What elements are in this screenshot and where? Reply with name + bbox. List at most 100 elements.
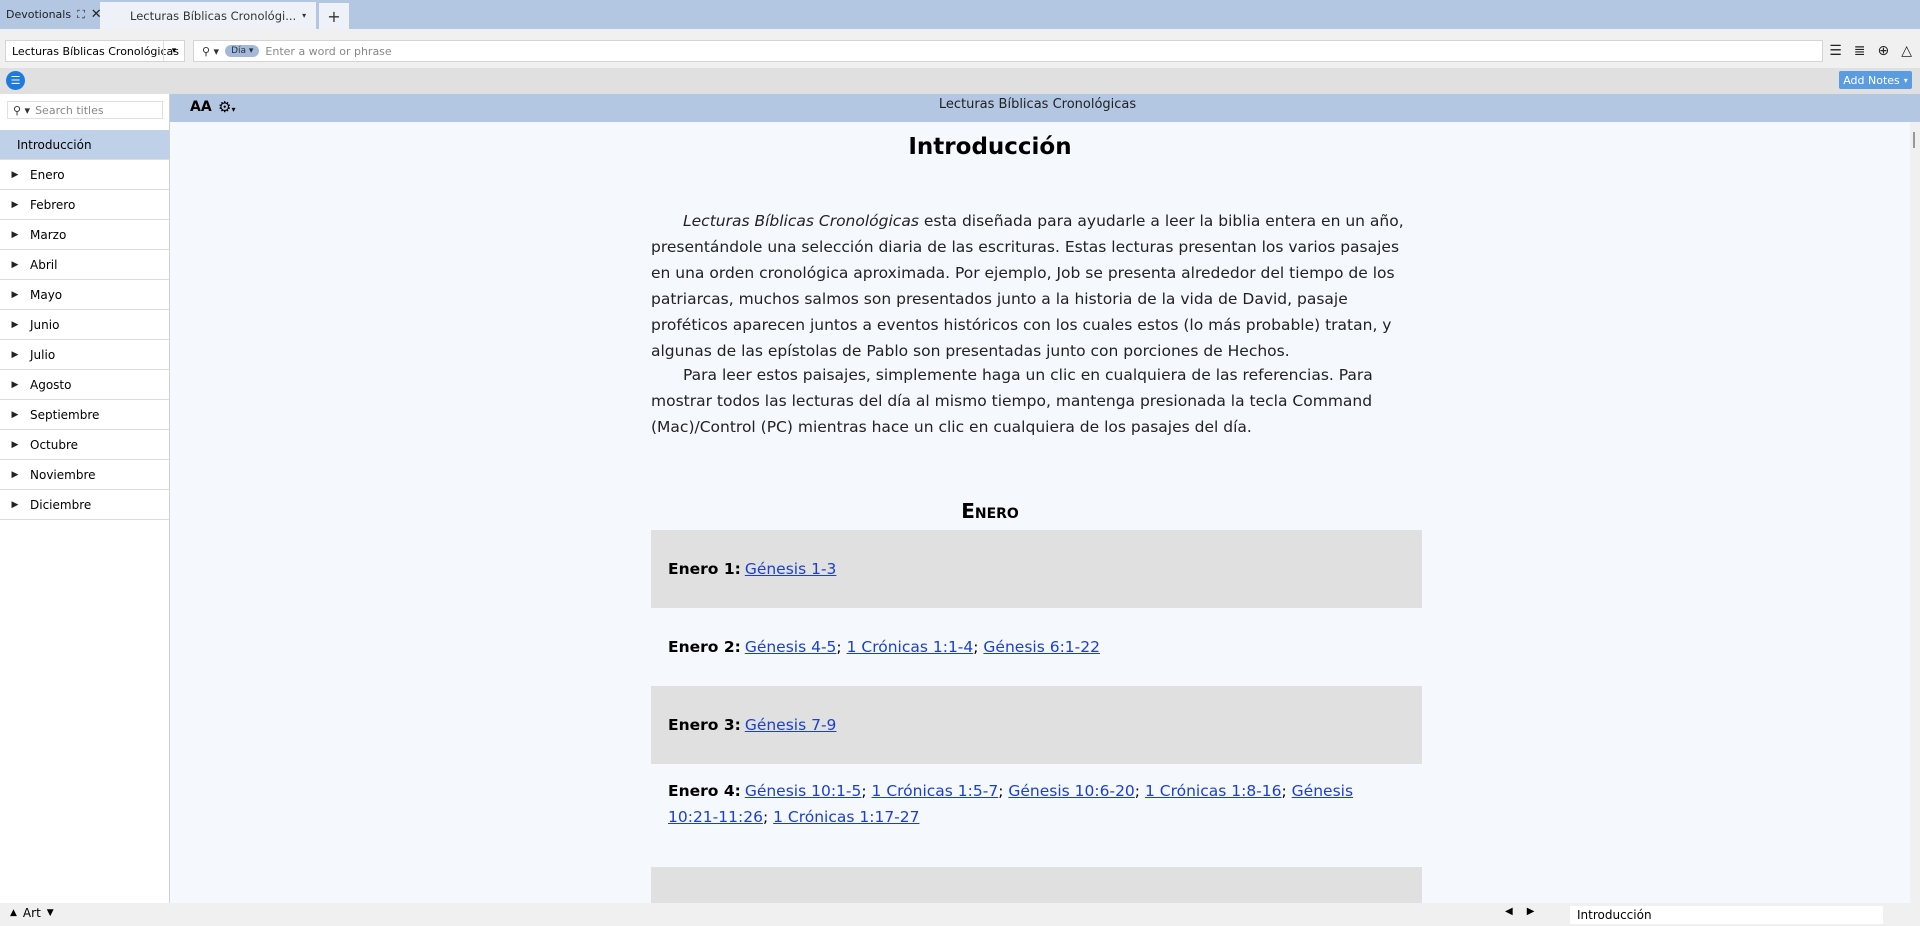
- sidebar-item-introduccion[interactable]: Introducción: [0, 130, 169, 160]
- reading-day: Enero 3:: [668, 716, 741, 734]
- chevron-down-icon[interactable]: ▼: [47, 908, 54, 918]
- sidebar-item-octubre[interactable]: ▶ Octubre: [0, 430, 169, 460]
- toolbar-icons: ☰ ≣ ⊕ △: [1829, 40, 1912, 62]
- expand-arrow-icon[interactable]: ▶: [0, 260, 30, 270]
- chevron-down-icon: ▾: [1903, 75, 1908, 85]
- sidebar-item-junio[interactable]: ▶ Junio: [0, 310, 169, 340]
- chevron-down-icon[interactable]: ▾: [302, 11, 306, 20]
- resource-select[interactable]: Lecturas Bíblicas Cronológicas ▾: [5, 40, 185, 62]
- scripture-link[interactable]: 1 Crónicas 1:17-27: [773, 808, 919, 826]
- list-icon[interactable]: ≣: [1854, 43, 1866, 59]
- expand-arrow-icon[interactable]: ▶: [0, 230, 30, 240]
- sidebar-item-abril[interactable]: ▶ Abril: [0, 250, 169, 280]
- expand-arrow-icon[interactable]: ▶: [0, 350, 30, 360]
- nav-arrows: ◀ ▶: [1505, 906, 1534, 917]
- art-dropdown[interactable]: ▲ Art ▼: [10, 906, 54, 920]
- resource-select-label: Lecturas Bíblicas Cronológicas: [12, 44, 179, 58]
- intro-paragraph-1: Lecturas Bíblicas Cronológicas esta dise…: [651, 208, 1421, 364]
- toc-toggle-button[interactable]: ☰: [6, 71, 25, 90]
- sidebar-item-label: Abril: [30, 257, 58, 272]
- sub-bar: [0, 68, 1920, 94]
- scripture-link[interactable]: Génesis 10:6-20: [1008, 782, 1134, 800]
- next-icon[interactable]: ▶: [1527, 906, 1535, 917]
- sidebar-item-enero[interactable]: ▶ Enero: [0, 160, 169, 190]
- sidebar-item-julio[interactable]: ▶ Julio: [0, 340, 169, 370]
- sidebar-item-label: Marzo: [30, 227, 67, 242]
- new-tab-button[interactable]: +: [319, 3, 349, 29]
- sidebar-item-label: Octubre: [30, 437, 79, 452]
- scripture-link[interactable]: Génesis 1-3: [745, 556, 837, 582]
- lines-icon[interactable]: ☰: [1829, 43, 1842, 59]
- expand-arrow-icon[interactable]: ▶: [0, 440, 30, 450]
- scripture-link[interactable]: Génesis 4-5: [745, 638, 837, 656]
- resource-title: Lecturas Bíblicas Cronológicas: [938, 97, 1137, 112]
- sidebar-list: Introducción ▶ Enero ▶ Febrero ▶ Marzo ▶ Abr…: [0, 130, 169, 520]
- add-notes-label: Add Notes: [1843, 73, 1900, 87]
- tab-devotionals[interactable]: Devotionals ⛶ ✕: [0, 0, 102, 29]
- expand-arrow-icon[interactable]: ▶: [0, 470, 30, 480]
- add-circle-icon[interactable]: ⊕: [1877, 43, 1889, 59]
- tab-lecturas-label: Lecturas Bíblicas Cronológi...: [130, 8, 297, 23]
- scripture-link[interactable]: Génesis 6:1-22: [983, 638, 1100, 656]
- expand-arrow-icon[interactable]: ▶: [0, 380, 30, 390]
- month-heading: Enero: [961, 499, 1019, 523]
- reading-row: Enero 2: Génesis 4-5; 1 Crónicas 1:1-4; …: [651, 608, 1422, 686]
- sidebar-item-label: Septiembre: [30, 407, 100, 422]
- reading-row: Enero 4: Génesis 10:1-5; 1 Crónicas 1:5-7…: [668, 782, 1354, 826]
- plus-icon: +: [327, 6, 341, 26]
- search-scope-label: Día: [231, 46, 247, 56]
- expand-arrow-icon[interactable]: ▶: [0, 410, 30, 420]
- search-placeholder: Enter a word or phrase: [265, 44, 392, 58]
- sidebar-item-septiembre[interactable]: ▶ Septiembre: [0, 400, 169, 430]
- scripture-link[interactable]: Génesis 10:1-5: [745, 782, 862, 800]
- search-icon[interactable]: ⚲ ▾: [202, 45, 219, 58]
- intro-paragraph-2-text: Para leer estos paisajes, simplemente ha…: [651, 366, 1373, 436]
- expand-up-icon[interactable]: ▲: [10, 908, 17, 918]
- tab-lecturas[interactable]: Lecturas Bíblicas Cronológi... ▾: [100, 2, 316, 29]
- sidebar-item-noviembre[interactable]: ▶ Noviembre: [0, 460, 169, 490]
- sidebar-item-marzo[interactable]: ▶ Marzo: [0, 220, 169, 250]
- sidebar-item-mayo[interactable]: ▶ Mayo: [0, 280, 169, 310]
- expand-icon[interactable]: ⛶: [77, 8, 85, 22]
- add-notes-button[interactable]: Add Notes ▾: [1839, 71, 1912, 89]
- previous-icon[interactable]: ◀: [1505, 906, 1513, 917]
- current-location: Introducción: [1570, 906, 1883, 924]
- sidebar-item-label: Mayo: [30, 287, 63, 302]
- expand-arrow-icon[interactable]: ▶: [0, 290, 30, 300]
- sidebar-item-label: Febrero: [30, 197, 76, 212]
- scrollbar[interactable]: [1910, 122, 1920, 903]
- reading-day: Enero 2:: [668, 638, 741, 656]
- search-input[interactable]: ⚲ ▾ Día ▾ Enter a word or phrase: [193, 40, 1823, 62]
- reading-day: Enero 4:: [668, 782, 741, 800]
- reading-pane: Introducción Lecturas Bíblicas Cronológi…: [170, 122, 1910, 903]
- reading-day: Enero 1:: [668, 560, 741, 578]
- reading-row: Enero 1: Génesis 1-3: [651, 530, 1422, 608]
- scripture-link[interactable]: 1 Crónicas 1:5-7: [872, 782, 999, 800]
- scripture-link[interactable]: 1 Crónicas 1:8-16: [1145, 782, 1282, 800]
- scripture-link[interactable]: Génesis 7-9: [745, 712, 837, 738]
- sidebar-item-label: Diciembre: [30, 497, 92, 512]
- sidebar-item-label: Noviembre: [30, 467, 96, 482]
- search-icon[interactable]: ⚲ ▾: [13, 104, 30, 117]
- sidebar-item-diciembre[interactable]: ▶ Diciembre: [0, 490, 169, 520]
- search-scope-pill[interactable]: Día ▾: [225, 45, 260, 57]
- reading-row: Enero 3: Génesis 7-9: [651, 686, 1422, 764]
- sidebar-item-febrero[interactable]: ▶ Febrero: [0, 190, 169, 220]
- intro-paragraph-1-text: esta diseñada para ayudarle a leer la bi…: [651, 212, 1404, 360]
- art-label: Art: [22, 906, 41, 920]
- intro-italic-title: Lecturas Bíblicas Cronológicas: [683, 212, 919, 230]
- expand-arrow-icon[interactable]: ▶: [0, 200, 30, 210]
- title-search-input[interactable]: ⚲ ▾ Search titles: [7, 101, 163, 119]
- sidebar-item-label: Julio: [30, 347, 56, 362]
- reading-row: [651, 867, 1422, 903]
- expand-arrow-icon[interactable]: ▶: [0, 320, 30, 330]
- expand-arrow-icon[interactable]: ▶: [0, 500, 30, 510]
- chevron-down-icon[interactable]: ▾: [163, 41, 184, 61]
- sidebar-item-agosto[interactable]: ▶ Agosto: [0, 370, 169, 400]
- tab-devotionals-label: Devotionals: [6, 8, 72, 21]
- scripture-link[interactable]: 1 Crónicas 1:1-4: [847, 638, 974, 656]
- scrollbar-thumb[interactable]: [1913, 132, 1915, 148]
- share-icon[interactable]: △: [1901, 43, 1912, 59]
- sidebar-item-label: Junio: [30, 317, 60, 332]
- expand-arrow-icon[interactable]: ▶: [0, 170, 30, 180]
